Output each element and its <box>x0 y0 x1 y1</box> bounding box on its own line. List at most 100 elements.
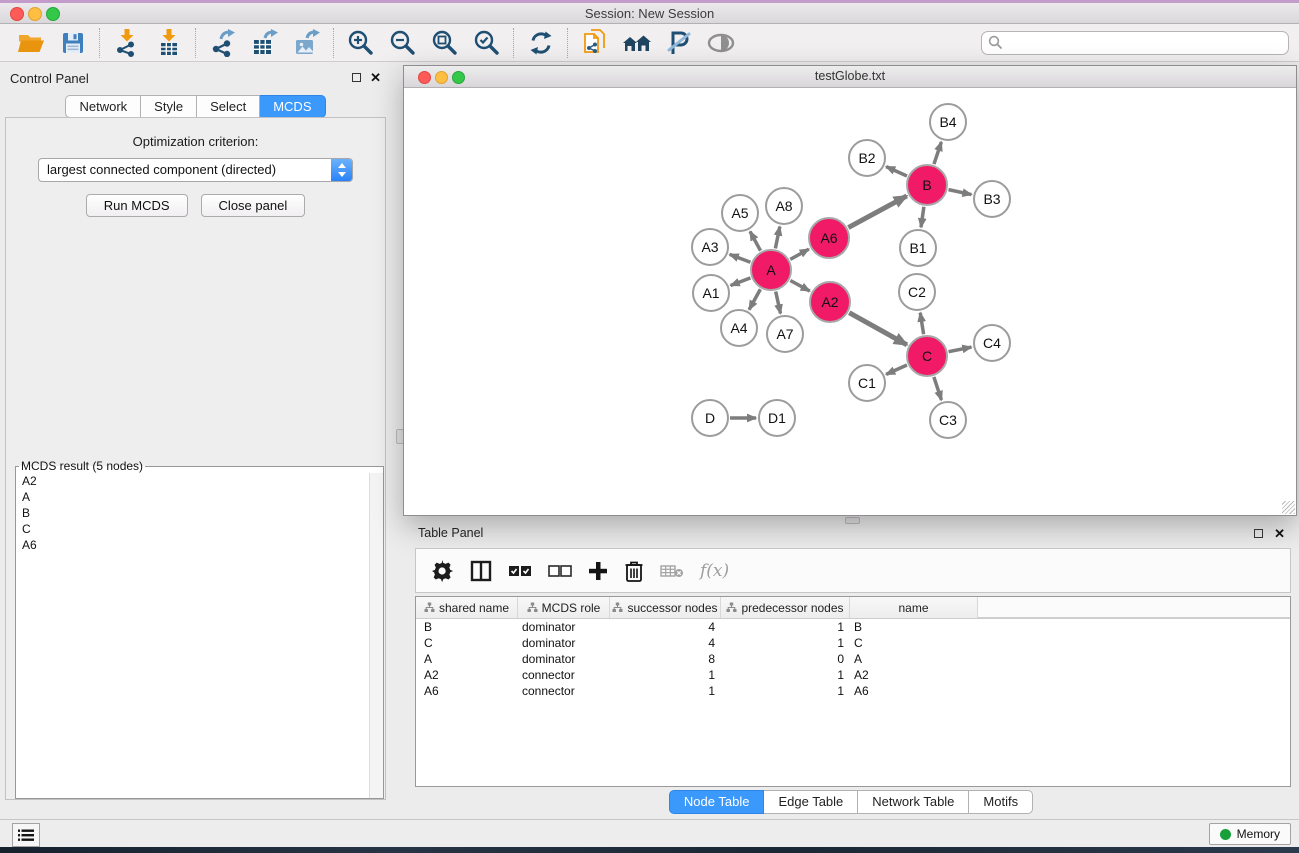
result-item-a6[interactable]: A6 <box>16 537 370 553</box>
graph-node-a8[interactable]: A8 <box>765 187 803 225</box>
delete-column-trash-icon[interactable] <box>624 556 644 586</box>
graph-node-a[interactable]: A <box>750 249 792 291</box>
search-input[interactable] <box>1003 34 1282 51</box>
export-table-icon[interactable] <box>244 26 286 60</box>
cell-predecessor_nodes[interactable]: 1 <box>721 635 850 651</box>
import-network-icon[interactable] <box>106 26 148 60</box>
cell-mcds_role[interactable]: connector <box>518 683 610 699</box>
memory-button[interactable]: Memory <box>1209 823 1291 845</box>
save-session-icon[interactable] <box>52 26 94 60</box>
graph-node-b3[interactable]: B3 <box>973 180 1011 218</box>
cell-mcds_role[interactable]: connector <box>518 667 610 683</box>
import-table-icon[interactable] <box>148 26 190 60</box>
graph-node-d[interactable]: D <box>691 399 729 437</box>
zoom-fit-icon[interactable] <box>424 26 466 60</box>
create-column-plus-icon[interactable] <box>588 556 608 586</box>
graph-edge-a-a5[interactable] <box>750 231 760 250</box>
show-columns-icon[interactable] <box>470 556 492 586</box>
tab-style[interactable]: Style <box>141 95 197 118</box>
close-panel-icon[interactable]: ✕ <box>370 71 381 84</box>
task-history-list-icon[interactable] <box>12 823 40 847</box>
table-row-c[interactable]: Cdominator41C <box>416 635 1290 651</box>
graph-node-a3[interactable]: A3 <box>691 228 729 266</box>
graph-node-c2[interactable]: C2 <box>898 273 936 311</box>
refresh-icon[interactable] <box>520 26 562 60</box>
graph-edge-c-c4[interactable] <box>949 347 972 352</box>
export-image-icon[interactable] <box>286 26 328 60</box>
open-file-icon[interactable] <box>10 26 52 60</box>
graph-node-c3[interactable]: C3 <box>929 401 967 439</box>
graph-node-c[interactable]: C <box>906 335 948 377</box>
zoom-out-icon[interactable] <box>382 26 424 60</box>
export-network-icon[interactable] <box>202 26 244 60</box>
cell-shared_name[interactable]: A6 <box>416 683 518 699</box>
table-settings-gear-icon[interactable] <box>432 556 454 586</box>
graph-edge-a-a7[interactable] <box>776 291 781 313</box>
zoom-selected-icon[interactable] <box>466 26 508 60</box>
result-item-c[interactable]: C <box>16 521 370 537</box>
float-panel-icon[interactable] <box>352 73 361 82</box>
cell-name[interactable]: C <box>850 635 978 651</box>
toggle-labels-icon[interactable] <box>658 26 700 60</box>
graph-node-d1[interactable]: D1 <box>758 399 796 437</box>
window-resize-grip[interactable] <box>1282 501 1295 514</box>
tab-mcds[interactable]: MCDS <box>260 95 325 118</box>
graph-edge-b-b1[interactable] <box>921 207 924 227</box>
column-header-cell-shared-name[interactable]: shared name <box>416 597 518 618</box>
column-header-cell-name[interactable]: name <box>850 597 978 618</box>
tab-network-table[interactable]: Network Table <box>858 790 969 814</box>
graph-node-a4[interactable]: A4 <box>720 309 758 347</box>
cell-shared_name[interactable]: A2 <box>416 667 518 683</box>
cell-name[interactable]: A <box>850 651 978 667</box>
column-header-cell-successor-nodes[interactable]: successor nodes <box>610 597 721 618</box>
cell-predecessor_nodes[interactable]: 0 <box>721 651 850 667</box>
graph-edge-b-b4[interactable] <box>934 142 941 164</box>
graph-edge-c-c3[interactable] <box>934 377 942 400</box>
result-scrollbar[interactable] <box>369 473 383 798</box>
toggle-graphics-icon[interactable] <box>700 26 742 60</box>
tab-motifs[interactable]: Motifs <box>969 790 1033 814</box>
tab-edge-table[interactable]: Edge Table <box>764 790 858 814</box>
cell-successor_nodes[interactable]: 4 <box>610 619 721 635</box>
cell-shared_name[interactable]: B <box>416 619 518 635</box>
cell-name[interactable]: A2 <box>850 667 978 683</box>
table-row-a6[interactable]: A6connector11A6 <box>416 683 1290 699</box>
table-row-b[interactable]: Bdominator41B <box>416 619 1290 635</box>
criterion-select[interactable]: largest connected component (directed) <box>38 158 353 182</box>
graph-edge-a-a1[interactable] <box>731 278 751 286</box>
cell-successor_nodes[interactable]: 4 <box>610 635 721 651</box>
float-table-panel-icon[interactable] <box>1254 529 1263 538</box>
run-mcds-button[interactable]: Run MCDS <box>86 194 188 217</box>
table-row-a[interactable]: Adominator80A <box>416 651 1290 667</box>
graph-node-a5[interactable]: A5 <box>721 194 759 232</box>
graph-node-a6[interactable]: A6 <box>808 217 850 259</box>
column-header-cell-predecessor-nodes[interactable]: predecessor nodes <box>721 597 850 618</box>
graph-edge-a-a2[interactable] <box>790 280 809 291</box>
result-item-a[interactable]: A <box>16 489 370 505</box>
graph-node-c1[interactable]: C1 <box>848 364 886 402</box>
graph-node-b4[interactable]: B4 <box>929 103 967 141</box>
tab-node-table[interactable]: Node Table <box>669 790 765 814</box>
close-table-panel-icon[interactable]: ✕ <box>1274 527 1285 540</box>
cell-shared_name[interactable]: A <box>416 651 518 667</box>
cell-successor_nodes[interactable]: 1 <box>610 683 721 699</box>
graph-edge-b-b3[interactable] <box>949 190 972 195</box>
cell-name[interactable]: A6 <box>850 683 978 699</box>
graph-edge-a-a3[interactable] <box>730 254 751 262</box>
graph-node-a2[interactable]: A2 <box>809 281 851 323</box>
close-panel-button[interactable]: Close panel <box>201 194 306 217</box>
cell-predecessor_nodes[interactable]: 1 <box>721 667 850 683</box>
cell-name[interactable]: B <box>850 619 978 635</box>
graph-edge-a6-b[interactable] <box>848 196 906 228</box>
cell-mcds_role[interactable]: dominator <box>518 651 610 667</box>
tab-network[interactable]: Network <box>65 95 141 118</box>
graph-edge-a-a8[interactable] <box>775 227 779 249</box>
result-item-a2[interactable]: A2 <box>16 473 370 489</box>
new-network-from-selection-icon[interactable] <box>574 26 616 60</box>
cell-mcds_role[interactable]: dominator <box>518 635 610 651</box>
graph-edge-a-a4[interactable] <box>749 289 760 309</box>
graph-edge-c-c2[interactable] <box>920 313 923 335</box>
zoom-in-icon[interactable] <box>340 26 382 60</box>
graph-node-a1[interactable]: A1 <box>692 274 730 312</box>
cell-shared_name[interactable]: C <box>416 635 518 651</box>
